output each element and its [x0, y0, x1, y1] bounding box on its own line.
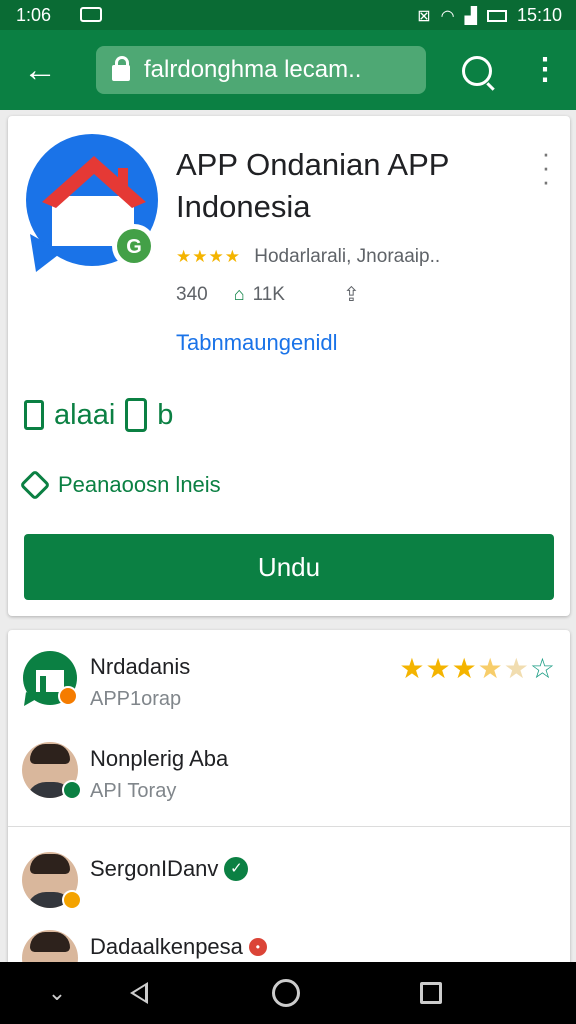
svg-text:G: G [126, 236, 142, 258]
meta-downloads: 11K [252, 283, 285, 305]
more-vert-icon[interactable]: · · · [536, 140, 556, 194]
notification-dot-icon: • [248, 938, 267, 956]
edit-icon [19, 469, 51, 501]
star-full-icon: ★ [451, 653, 478, 684]
meta-row: 340 ⌂ 11K ⇪ [176, 282, 360, 307]
home-circle-icon[interactable] [272, 979, 300, 1007]
reviews-card: Nrdadanis APP1orap ★★★★★☆ Nonplerig Aba … [8, 630, 570, 990]
phone-icon [125, 398, 148, 432]
app-details-card: G APP Ondanian APP Indonesia · · · ★★★★ Ho… [8, 116, 570, 616]
reviewer-name: Nrdadanis [90, 654, 191, 679]
review-item[interactable]: SergonIDanv ✓ [8, 832, 570, 922]
review-item[interactable]: Nonplerig Aba API Toray [8, 722, 570, 812]
meta-count: 340 [176, 283, 208, 305]
rating-row: ★★★★ Hodarlarali, Jnoraaip.. [176, 246, 440, 268]
install-button[interactable]: Undu [24, 534, 554, 600]
rating-text: Hodarlarali, Jnoraaip.. [254, 246, 441, 267]
more-vert-icon[interactable]: ⋮ [530, 50, 560, 90]
status-icons: ⊠ ◠ ▟ 15:10 [417, 5, 562, 26]
share-icon[interactable]: ⇪ [343, 282, 360, 307]
star-full-icon: ★ [425, 653, 452, 684]
verified-icon: ✓ [224, 857, 249, 881]
search-icon[interactable] [462, 56, 492, 86]
battery-icon [486, 9, 507, 22]
url-bar[interactable]: falrdonghma lecam.. [96, 46, 426, 94]
review-item[interactable]: Nrdadanis APP1orap ★★★★★☆ [8, 630, 570, 720]
star-outline-icon[interactable]: ☆ [530, 653, 556, 684]
status-bar: 1:06 ⊠ ◠ ▟ 15:10 [0, 0, 576, 30]
divider [8, 826, 570, 827]
feature-2-label: Peanaoosn lneis [58, 472, 221, 497]
feature-1-label: alaai [54, 398, 116, 431]
feature-row-1: alaai b [24, 398, 173, 432]
app-bar: ← falrdonghma lecam.. ⋮ [0, 30, 576, 110]
chevron-down-icon[interactable]: ⌄ [40, 976, 74, 1010]
rating-stars: ★★★★ [176, 247, 241, 266]
wifi-icon: ◠ [440, 7, 455, 25]
avatar [22, 852, 82, 910]
feature-row-2: Peanaoosn lneis [19, 469, 221, 501]
reviewer-subtitle: APP1orap [90, 688, 182, 710]
star-half-icon: ★ [477, 653, 504, 684]
back-arrow-icon[interactable]: ← [18, 50, 62, 90]
app-title: APP Ondanian APP Indonesia [176, 147, 449, 224]
review-stars: ★★★★★☆ [399, 652, 556, 685]
app-avatar [23, 651, 78, 706]
reviewer-subtitle: API Toray [90, 780, 177, 802]
recents-square-icon[interactable] [420, 982, 442, 1004]
reviewer-name: SergonIDanv ✓ [90, 856, 249, 882]
developer-link[interactable]: Tabnmaungenidl [176, 330, 337, 356]
status-clock: 15:10 [516, 5, 562, 25]
badge-icon [62, 890, 82, 910]
notification-icon [80, 7, 102, 22]
lock-icon [112, 56, 130, 81]
signal-icon: ▟ [464, 7, 477, 25]
feature-1-suffix: b [157, 398, 174, 431]
star-full-icon: ★ [399, 653, 426, 684]
back-triangle-icon[interactable] [124, 976, 158, 1010]
clipboard-icon [24, 400, 44, 430]
url-text: falrdonghma lecam.. [144, 56, 362, 83]
nfc-icon: ⊠ [417, 7, 431, 25]
star-empty-icon: ★ [503, 653, 530, 684]
system-nav-bar: ⌄ [0, 962, 576, 1024]
badge-icon [62, 780, 82, 800]
reviewer-name: Nonplerig Aba [90, 746, 229, 771]
reviewer-name: Dadaalkenpesa • [90, 934, 267, 960]
app-logo: G [26, 134, 158, 272]
status-time: 1:06 [16, 5, 52, 25]
download-icon: ⌂ [233, 284, 245, 304]
avatar [22, 742, 82, 800]
